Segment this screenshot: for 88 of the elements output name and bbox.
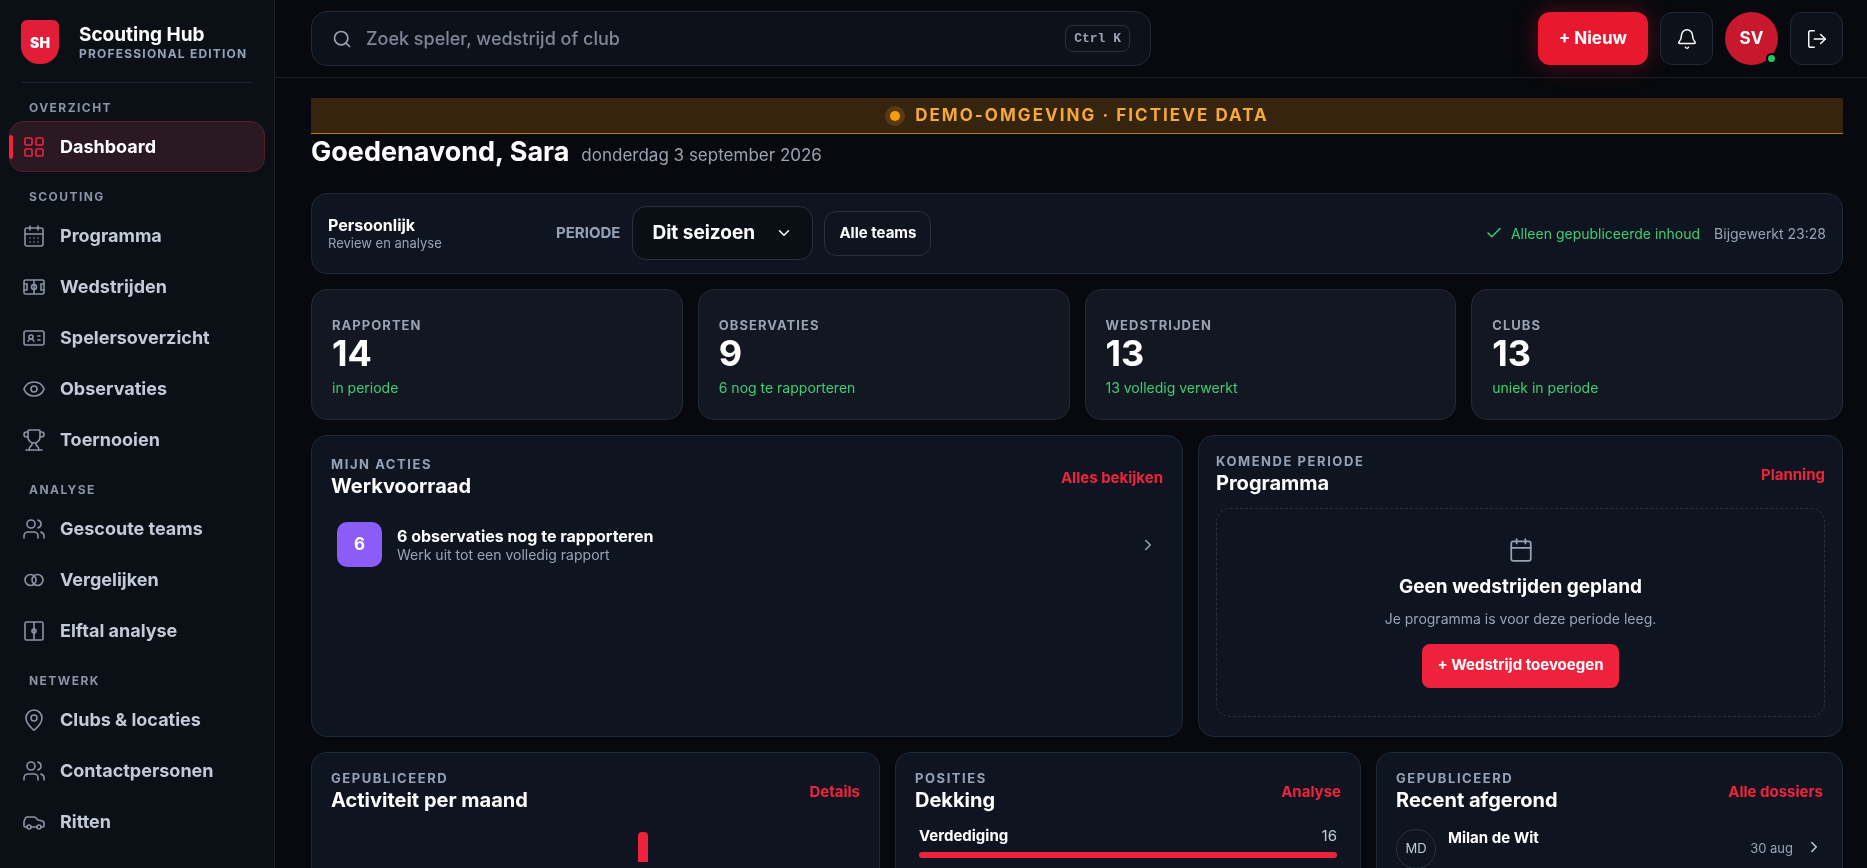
nav-item[interactable]: Clubs & locaties <box>9 694 265 745</box>
logout-icon <box>1805 27 1828 50</box>
stat-label: RAPPORTEN <box>332 315 423 335</box>
stat-value: 13 <box>1492 335 1532 373</box>
nav-item[interactable]: Programma <box>9 210 265 261</box>
empty-text: Je programma is voor deze periode leeg. <box>1384 608 1657 629</box>
calendar-icon <box>1507 537 1534 563</box>
stat-note: 13 volledig verwerkt <box>1105 377 1239 398</box>
add-match-button[interactable]: + Wedstrijd toevoegen <box>1422 643 1619 688</box>
card-eyebrow: POSITIES <box>915 768 988 788</box>
card-title: Dekking <box>915 788 996 813</box>
nav-item[interactable]: Vergelijken <box>9 554 265 605</box>
brand-name: Scouting Hub <box>79 22 206 47</box>
shortcut-hint: Ctrl K <box>1065 24 1130 53</box>
greeting-date: donderdag 3 september 2026 <box>581 144 822 167</box>
recent-date: 30 aug <box>1750 839 1793 858</box>
card-title: Recent afgerond <box>1396 788 1558 813</box>
period-select[interactable]: Dit seizoen <box>632 206 814 260</box>
nav-item[interactable]: Contactpersonen <box>9 745 265 796</box>
card-eyebrow: GEPUBLICEERD <box>331 768 450 788</box>
stat-label: OBSERVATIES <box>718 315 821 335</box>
action-item[interactable]: 6 6 observaties nog te rapporteren Werk uit tot een volledig rapport <box>331 522 1163 567</box>
active-indicator <box>9 135 13 159</box>
trophy-icon <box>22 427 46 452</box>
nav-section-title: OVERZICHT <box>29 99 114 117</box>
player-name: Milan de Wit <box>1448 829 1540 848</box>
nav-section-title: NETWERK <box>29 672 101 690</box>
nav-section-title: ANALYSE <box>29 481 97 499</box>
nav-item[interactable]: Ritten <box>9 796 265 847</box>
stat-value: 13 <box>1105 335 1146 373</box>
card-link[interactable]: Analyse <box>1281 780 1341 803</box>
banner-text: DEMO-OMGEVING · FICTIEVE DATA <box>915 103 1269 127</box>
card-title: Werkvoorraad <box>331 474 472 499</box>
nav-item[interactable]: Spelersoverzicht <box>9 312 265 363</box>
teams-button[interactable]: Alle teams <box>824 210 932 256</box>
grid-icon <box>22 134 46 159</box>
nav-item[interactable]: Gescoute teams <box>9 503 265 554</box>
card-link[interactable]: Planning <box>1760 463 1825 486</box>
card-link[interactable]: Alle dossiers <box>1728 780 1823 803</box>
search-input[interactable]: Zoek speler, wedstrijd of club <box>366 25 1052 52</box>
stat-value: 9 <box>718 335 744 373</box>
card-eyebrow: MIJN ACTIES <box>331 454 434 474</box>
map-pin-icon <box>22 707 46 732</box>
card-title: Activiteit per maand <box>331 788 528 813</box>
nav-section-title: SCOUTING <box>29 188 106 206</box>
calendar-icon <box>22 223 46 248</box>
stat-label: CLUBS <box>1492 315 1543 335</box>
stat-note: uniek in periode <box>1492 377 1600 398</box>
logout-button[interactable] <box>1790 12 1843 65</box>
brand-edition: PROFESSIONAL EDITION <box>79 46 248 62</box>
users-icon <box>22 758 46 783</box>
bell-icon <box>1675 27 1698 50</box>
nav-item[interactable]: Observaties <box>9 363 265 414</box>
bar-chart-drawing <box>638 832 648 862</box>
card-eyebrow: GEPUBLICEERD <box>1396 768 1515 788</box>
card-link[interactable]: Details <box>809 780 860 803</box>
notifications-button[interactable] <box>1660 12 1713 65</box>
count-badge: 6 <box>337 522 382 567</box>
recent-item[interactable]: MD Milan de Wit 30 aug <box>1396 829 1823 868</box>
position-count: 16 <box>1321 825 1337 847</box>
action-title: 6 observaties nog te rapporteren <box>397 525 655 546</box>
users-icon <box>22 516 46 541</box>
search-icon <box>332 28 352 49</box>
nav-item[interactable]: Elftal analyse <box>9 605 265 656</box>
card-title: Programma <box>1216 471 1331 496</box>
nav-item[interactable]: Dashboard <box>9 121 265 172</box>
updated-time: Bijgewerkt 23:28 <box>1714 223 1826 244</box>
published-note: Alleen gepubliceerde inhoud <box>1510 223 1701 244</box>
stat-label: WEDSTRIJDEN <box>1105 315 1213 335</box>
nav-item[interactable]: Toernooien <box>9 414 265 465</box>
stat-value: 14 <box>332 335 373 373</box>
nav-item[interactable]: Wedstrijden <box>9 261 265 312</box>
stat-note: in periode <box>332 377 400 398</box>
filter-title: Persoonlijk <box>328 214 417 235</box>
field-icon <box>22 618 46 643</box>
period-label: PERIODE <box>556 221 621 244</box>
avatar-button[interactable]: SV <box>1725 12 1778 65</box>
action-subtitle: Werk uit tot een volledig rapport <box>397 545 610 564</box>
shield-logo: SH <box>21 20 59 64</box>
stat-note: 6 nog te rapporteren <box>718 377 857 398</box>
card-eyebrow: KOMENDE PERIODE <box>1216 451 1365 471</box>
position-label: Verdediging <box>919 825 1009 847</box>
search-field[interactable]: Zoek speler, wedstrijd of club Ctrl K <box>311 11 1151 66</box>
empty-title: Geen wedstrijden gepland <box>1398 574 1643 600</box>
filter-subtitle: Review en analyse <box>328 234 443 252</box>
new-button[interactable]: + Nieuw <box>1537 12 1648 65</box>
card-link[interactable]: Alles bekijken <box>1060 466 1163 489</box>
greeting-title: Goedenavond, Sara <box>311 134 570 170</box>
